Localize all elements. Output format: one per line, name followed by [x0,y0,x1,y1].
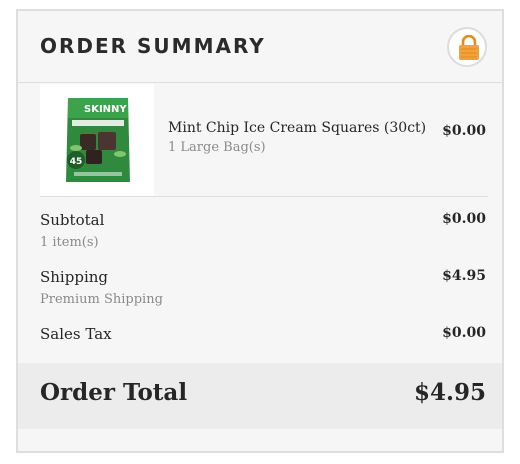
product-price: $0.00 [442,123,486,139]
sales-tax-label: Sales Tax [40,325,112,343]
lock-icon [459,35,479,60]
product-variant: 1 Large Bag(s) [168,140,266,155]
product-bag-count: 45 [70,157,83,167]
product-thumbnail[interactable]: SKINNY 45 [40,84,154,196]
shipping-label: Shipping [40,268,108,286]
order-summary-title: ORDER SUMMARY [40,34,266,58]
shipping-method: Premium Shipping [40,292,163,307]
subtotal-label: Subtotal [40,211,105,229]
order-total-bar: Order Total $4.95 [18,363,502,429]
secure-checkout-badge [447,27,487,67]
product-bag-image: SKINNY 45 [66,98,130,182]
product-name[interactable]: Mint Chip Ice Cream Squares (30ct) [168,120,426,136]
order-summary-header: ORDER SUMMARY [18,11,502,83]
order-summary-panel: ORDER SUMMARY SKINNY 45 Mint Chip Ice Cr… [16,9,504,453]
items-divider [40,196,488,197]
order-total-value: $4.95 [413,379,486,406]
product-bag-brand: SKINNY [84,104,127,115]
subtotal-item-count: 1 item(s) [40,235,99,250]
sales-tax-value: $0.00 [442,325,486,341]
order-total-label: Order Total [40,379,188,406]
subtotal-value: $0.00 [442,211,486,227]
shipping-value: $4.95 [442,268,486,284]
